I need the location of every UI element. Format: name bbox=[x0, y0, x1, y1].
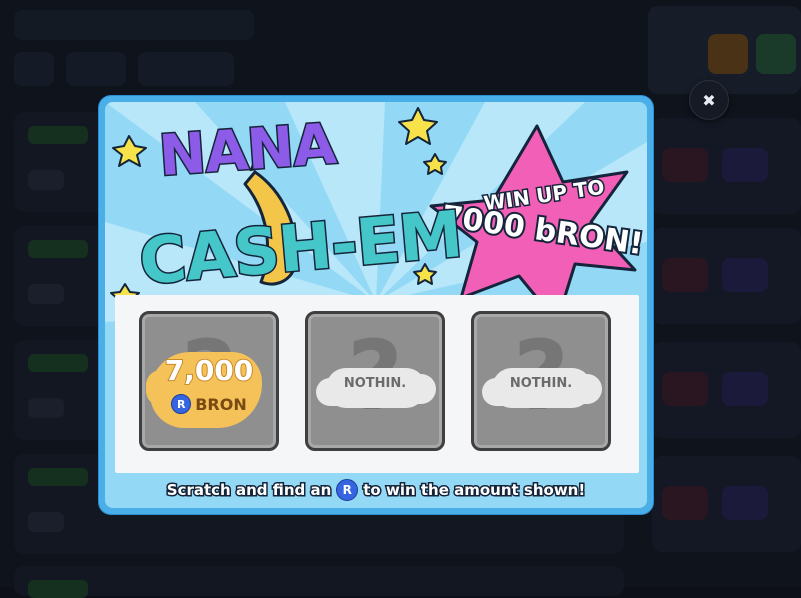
prize-currency-label: BRON bbox=[195, 394, 247, 414]
bron-coin-icon: R bbox=[336, 479, 359, 501]
scratch-tile-3[interactable]: ? NOTHIN. bbox=[471, 311, 611, 451]
scratch-tile-2[interactable]: ? NOTHIN. bbox=[305, 311, 445, 451]
background-header bbox=[14, 10, 254, 40]
background-card bbox=[652, 342, 801, 438]
scratch-card-modal: WIN UP TO 7000 bRON! NANA CASH-EM ? 7,00… bbox=[99, 96, 653, 514]
background-featured bbox=[648, 6, 801, 94]
instruction-text: Scratch and find an R to win the amount … bbox=[105, 479, 647, 501]
tile-result-label: NOTHIN. bbox=[509, 376, 573, 391]
scratch-tile-1[interactable]: ? 7,000 R BRON bbox=[139, 311, 279, 451]
scratch-card: WIN UP TO 7000 bRON! NANA CASH-EM ? 7,00… bbox=[105, 102, 647, 508]
instruction-after: to win the amount shown! bbox=[362, 480, 587, 501]
logo-title-line1: NANA bbox=[155, 110, 339, 190]
instruction-before: Scratch and find an bbox=[165, 480, 332, 501]
prize-amount: 7,000 bbox=[164, 353, 255, 388]
background-card bbox=[652, 228, 801, 324]
close-button[interactable]: ✖ bbox=[689, 80, 729, 120]
background-tab bbox=[14, 52, 54, 86]
bron-coin-icon: R bbox=[171, 394, 192, 414]
tile-result-label: NOTHIN. bbox=[343, 376, 407, 391]
prize-currency: R BRON bbox=[142, 394, 276, 414]
scratch-area: ? 7,000 R BRON ? NOTHIN. ? NOTHIN. bbox=[115, 295, 639, 473]
background-card bbox=[652, 456, 801, 552]
background-card bbox=[652, 118, 801, 214]
background-tab bbox=[138, 52, 234, 86]
background-tab bbox=[66, 52, 126, 86]
close-icon: ✖ bbox=[702, 90, 716, 110]
background-row bbox=[14, 566, 624, 598]
